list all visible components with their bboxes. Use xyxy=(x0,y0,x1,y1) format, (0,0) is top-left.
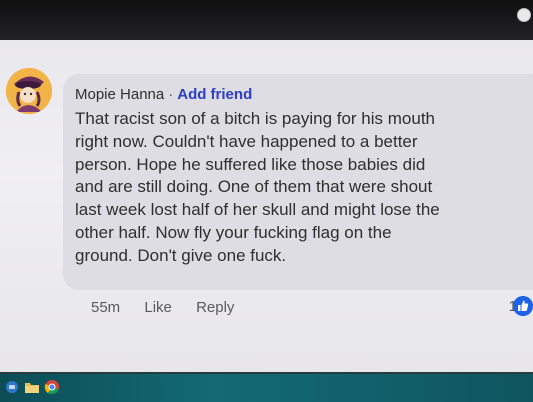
folder-icon[interactable] xyxy=(24,380,40,394)
reply-button[interactable]: Reply xyxy=(196,299,234,316)
monitor-bezel xyxy=(0,0,533,40)
comment-text: That racist son of a bitch is paying for… xyxy=(75,109,440,265)
comment-actions: 55m Like Reply xyxy=(91,299,254,316)
comment-timestamp[interactable]: 55m xyxy=(91,299,120,316)
taskbar xyxy=(0,372,533,402)
comment-bubble: Mopie Hanna · Add friend That racist son o… xyxy=(63,74,533,290)
facebook-comment-area: Mopie Hanna · Add friend That racist son o… xyxy=(0,40,533,372)
chrome-icon[interactable] xyxy=(44,379,60,395)
start-orb-icon[interactable] xyxy=(4,380,20,394)
profile-avatar[interactable] xyxy=(6,68,52,114)
like-thumb-icon[interactable] xyxy=(513,296,533,316)
separator-dot: · xyxy=(168,86,174,103)
like-button[interactable]: Like xyxy=(144,299,172,316)
camera-indicator-icon xyxy=(517,8,531,22)
add-friend-link[interactable]: Add friend xyxy=(177,86,252,103)
comment-header: Mopie Hanna · Add friend xyxy=(75,86,252,103)
author-name[interactable]: Mopie Hanna xyxy=(75,86,164,103)
